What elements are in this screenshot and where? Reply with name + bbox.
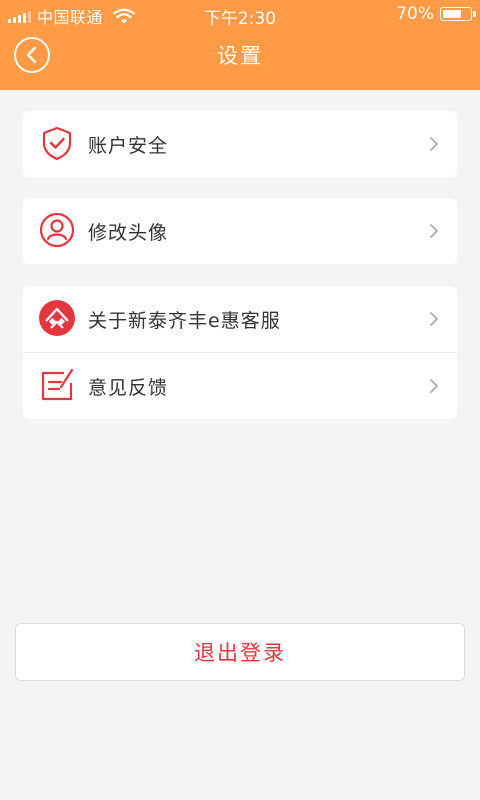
settings-item-label: 账户安全 [88,134,169,157]
settings-item-about[interactable]: 关于新泰齐丰e惠客服 [23,286,457,352]
settings-item-label: 意见反馈 [88,376,169,399]
settings-item-label: 修改头像 [88,221,169,244]
user-avatar-icon [39,212,75,248]
settings-item-account-security[interactable]: 账户安全 [23,111,457,177]
battery-percent: 70% [396,4,434,24]
shield-check-icon [42,126,72,161]
settings-item-change-avatar[interactable]: 修改头像 [23,198,457,264]
battery-icon [440,7,476,21]
feedback-edit-icon [41,368,74,401]
settings-card-account: 账户安全 [23,111,457,177]
chevron-right-icon [430,224,438,238]
chevron-right-icon [430,379,438,393]
settings-item-label: 关于新泰齐丰e惠客服 [88,309,281,332]
app-logo-icon [39,300,75,336]
logout-button[interactable]: 退出登录 [15,623,465,681]
settings-item-feedback[interactable]: 意见反馈 [23,352,457,419]
settings-card-avatar: 修改头像 [23,198,457,264]
chevron-right-icon [430,312,438,326]
page-title: 设置 [217,44,263,68]
status-right: 70% [396,4,476,24]
chevron-right-icon [430,137,438,151]
settings-card-about: 关于新泰齐丰e惠客服 意见反馈 [23,286,457,419]
nav-header: 中国联通 下午2:30 70% 设置 [0,0,480,90]
status-bar: 中国联通 下午2:30 70% [0,0,480,29]
battery-fill [443,10,461,18]
